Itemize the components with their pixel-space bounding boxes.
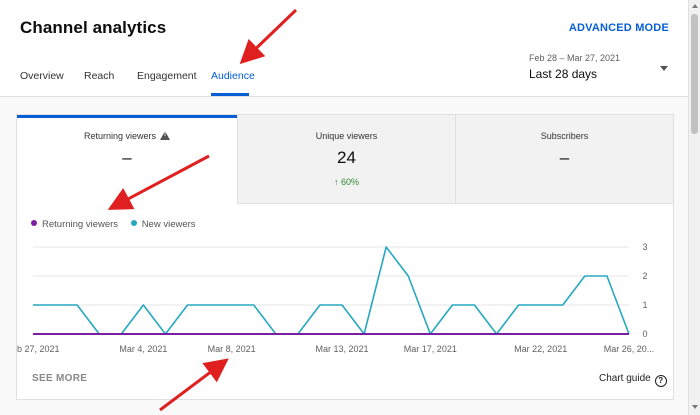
tab-reach[interactable]: Reach xyxy=(84,70,114,82)
chart-guide-link[interactable]: Chart guide? xyxy=(599,373,667,387)
x-tick-label: Mar 13, 2021 xyxy=(316,344,369,354)
help-icon: ? xyxy=(654,375,667,387)
see-more-button[interactable]: SEE MORE xyxy=(32,373,87,384)
tab-audience[interactable]: Audience xyxy=(211,70,255,82)
x-tick-label: Feb 27, 2021 xyxy=(17,344,60,354)
tab-overview[interactable]: Overview xyxy=(20,70,64,82)
active-tab-indicator xyxy=(211,93,249,96)
page-scrollbar[interactable] xyxy=(688,0,700,415)
y-tick-label: 2 xyxy=(642,271,647,281)
date-range-label[interactable]: Last 28 days xyxy=(529,67,597,81)
chevron-down-icon[interactable] xyxy=(660,66,668,71)
x-tick-label: Mar 4, 2021 xyxy=(119,344,167,354)
page-title: Channel analytics xyxy=(20,18,167,37)
y-tick-label: 0 xyxy=(642,329,647,339)
tab-engagement[interactable]: Engagement xyxy=(137,70,197,82)
audience-card: Returning viewers! – Unique viewers 24 ↑… xyxy=(16,114,674,400)
scroll-up-arrow-icon[interactable] xyxy=(692,4,698,8)
x-tick-label: Mar 22, 2021 xyxy=(514,344,567,354)
x-tick-label: Mar 17, 2021 xyxy=(404,344,457,354)
advanced-mode-link[interactable]: ADVANCED MODE xyxy=(569,22,669,34)
x-tick-label: Mar 26, 20... xyxy=(604,344,655,354)
analytics-page: Channel analytics ADVANCED MODE Overview… xyxy=(0,0,688,415)
analytics-header: Channel analytics ADVANCED MODE Overview… xyxy=(0,0,688,97)
y-tick-label: 3 xyxy=(642,242,647,252)
series-line-new-viewers[interactable] xyxy=(33,246,630,335)
chart-guide-label: Chart guide xyxy=(599,373,651,384)
audience-line-chart[interactable]: 0 1 2 3 Feb 27, 2021 Mar 4, 2021 Mar 8, 2021 Ma… xyxy=(17,115,673,365)
scrollbar-thumb[interactable] xyxy=(691,14,698,134)
x-tick-label: Mar 8, 2021 xyxy=(208,344,256,354)
scroll-down-arrow-icon[interactable] xyxy=(692,405,698,409)
y-tick-label: 1 xyxy=(642,300,647,310)
date-range-text[interactable]: Feb 28 – Mar 27, 2021 xyxy=(529,53,620,63)
